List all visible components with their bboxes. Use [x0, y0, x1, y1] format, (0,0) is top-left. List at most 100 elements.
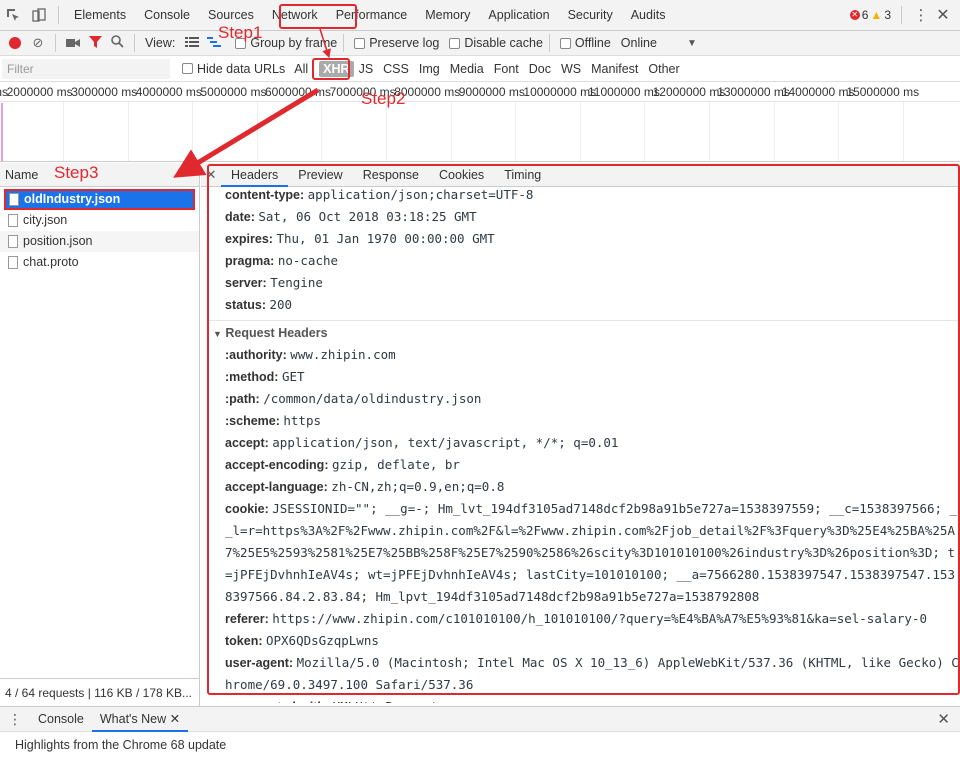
filter-type-css[interactable]: CSS	[378, 62, 414, 76]
timeline-overview[interactable]: 1000000 ms2000000 ms3000000 ms4000000 ms…	[0, 82, 960, 162]
tab-audits[interactable]: Audits	[622, 0, 675, 31]
section-title: Request Headers	[225, 326, 328, 340]
whats-new-content: Highlights from the Chrome 68 update	[0, 732, 960, 780]
timeline-gridline	[127, 102, 129, 161]
filter-type-media[interactable]: Media	[445, 62, 489, 76]
throttling-select[interactable]: Online	[621, 36, 657, 50]
header-value: application/json;charset=UTF-8	[307, 187, 534, 202]
filter-type-font[interactable]: Font	[489, 62, 524, 76]
header-row: referer: https://www.zhipin.com/c1010101…	[225, 608, 960, 630]
header-value: gzip, deflate, br	[331, 457, 460, 472]
timeline-tick: 2000000 ms	[6, 85, 73, 99]
request-row[interactable]: city.json	[0, 210, 199, 231]
filter-type-all[interactable]: All	[289, 62, 313, 76]
tabbar-right: ✕ 6 ▲ 3 ⋮ ✕	[849, 5, 960, 25]
request-name: position.json	[23, 234, 93, 248]
checkbox-box	[449, 37, 461, 49]
timeline-tick: 3000000 ms	[71, 85, 138, 99]
timeline-tick: 9000000 ms	[458, 85, 525, 99]
filter-input[interactable]: Filter	[2, 58, 170, 79]
tab-application[interactable]: Application	[479, 0, 558, 31]
error-counter[interactable]: ✕ 6 ▲ 3	[849, 8, 891, 22]
disable-cache-checkbox[interactable]: Disable cache	[449, 36, 543, 50]
filter-icon[interactable]	[84, 35, 106, 51]
header-key: cookie:	[225, 502, 269, 516]
header-key: accept-encoding:	[225, 458, 329, 472]
device-toolbar-icon[interactable]	[26, 0, 52, 31]
tab-performance[interactable]: Performance	[327, 0, 417, 31]
request-detail: ✕ Headers Preview Response Cookies Timin…	[201, 163, 960, 706]
divider	[55, 34, 56, 52]
chevron-down-icon[interactable]: ▼	[687, 38, 697, 49]
file-icon	[9, 193, 19, 206]
request-row[interactable]: position.json	[0, 231, 199, 252]
header-row: accept-language: zh-CN,zh;q=0.9,en;q=0.8	[225, 476, 960, 498]
request-name: oldIndustry.json	[24, 192, 121, 206]
filter-type-doc[interactable]: Doc	[524, 62, 556, 76]
offline-checkbox[interactable]: Offline	[559, 36, 611, 50]
header-key: :path:	[225, 392, 260, 406]
request-name: city.json	[23, 213, 68, 227]
tab-security[interactable]: Security	[559, 0, 622, 31]
filter-type-img[interactable]: Img	[414, 62, 445, 76]
header-value: 200	[269, 297, 293, 312]
timeline-tick: 15000000 ms	[846, 85, 920, 99]
network-toolbar: ⊘ View: Group by frame Preserve log Disa…	[0, 31, 960, 56]
header-key: status:	[225, 298, 266, 312]
header-value: https://www.zhipin.com/c101010100/h_1010…	[272, 611, 927, 626]
header-key: :method:	[225, 370, 279, 384]
close-tab-icon[interactable]: ✕	[170, 712, 180, 726]
header-row: :method: GET	[225, 366, 960, 388]
checkbox-label: Preserve log	[369, 36, 440, 50]
tab-preview[interactable]: Preview	[288, 163, 352, 187]
drawer-tab-console[interactable]: Console	[30, 706, 92, 732]
filter-type-other[interactable]: Other	[643, 62, 684, 76]
request-row-selected[interactable]: oldIndustry.json	[4, 189, 195, 210]
timeline-tick: 14000000 ms	[781, 85, 855, 99]
filter-type-js[interactable]: JS	[354, 62, 379, 76]
inspect-element-icon[interactable]	[0, 0, 26, 31]
header-row: content-type: application/json;charset=U…	[225, 184, 960, 206]
capture-screenshots-icon[interactable]	[62, 36, 84, 51]
tab-network[interactable]: Network	[263, 0, 327, 31]
header-key: pragma:	[225, 254, 275, 268]
preserve-log-checkbox[interactable]: Preserve log	[354, 36, 439, 50]
filter-type-xhr[interactable]: XHR	[319, 60, 354, 77]
timeline-tick: 4000000 ms	[135, 85, 202, 99]
tab-elements[interactable]: Elements	[65, 0, 135, 31]
tab-console[interactable]: Console	[135, 0, 199, 31]
header-row: :scheme: https	[225, 410, 960, 432]
clear-icon[interactable]: ⊘	[27, 35, 49, 51]
tab-headers[interactable]: Headers	[221, 163, 289, 187]
whats-new-message: Highlights from the Chrome 68 update	[15, 738, 227, 752]
request-headers-toggle[interactable]: ▼ Request Headers	[207, 320, 960, 344]
annotation-step3: Step3	[54, 163, 99, 182]
close-drawer-icon[interactable]: ✕	[937, 710, 950, 728]
record-icon[interactable]	[9, 37, 21, 49]
tab-cookies[interactable]: Cookies	[429, 163, 494, 187]
header-value: www.zhipin.com	[290, 347, 396, 362]
large-rows-icon[interactable]	[181, 36, 203, 51]
timeline-gridline	[838, 102, 840, 161]
request-row[interactable]: chat.proto	[0, 252, 199, 273]
hide-data-urls-checkbox[interactable]: Hide data URLs	[182, 62, 285, 76]
header-key: referer:	[225, 612, 269, 626]
filter-type-ws[interactable]: WS	[556, 62, 586, 76]
checkbox-box	[354, 37, 366, 49]
close-detail-icon[interactable]: ✕	[201, 167, 221, 183]
close-icon[interactable]: ✕	[934, 5, 952, 25]
filter-type-manifest[interactable]: Manifest	[586, 62, 643, 76]
timeline-gridline	[902, 102, 904, 161]
tab-timing[interactable]: Timing	[494, 163, 551, 187]
more-menu-icon[interactable]: ⋮	[912, 6, 930, 24]
tab-response[interactable]: Response	[353, 163, 429, 187]
header-key: accept-language:	[225, 480, 328, 494]
search-icon[interactable]	[106, 35, 128, 51]
drawer-menu-icon[interactable]: ⋮	[0, 711, 30, 728]
tab-memory[interactable]: Memory	[416, 0, 479, 31]
header-key: user-agent:	[225, 656, 294, 670]
name-column-header[interactable]: Name	[0, 163, 199, 187]
drawer-tab-whats-new[interactable]: What's New ✕	[91, 706, 189, 732]
header-row: token: OPX6QDsGzqpLwns	[225, 630, 960, 652]
header-key: expires:	[225, 232, 273, 246]
